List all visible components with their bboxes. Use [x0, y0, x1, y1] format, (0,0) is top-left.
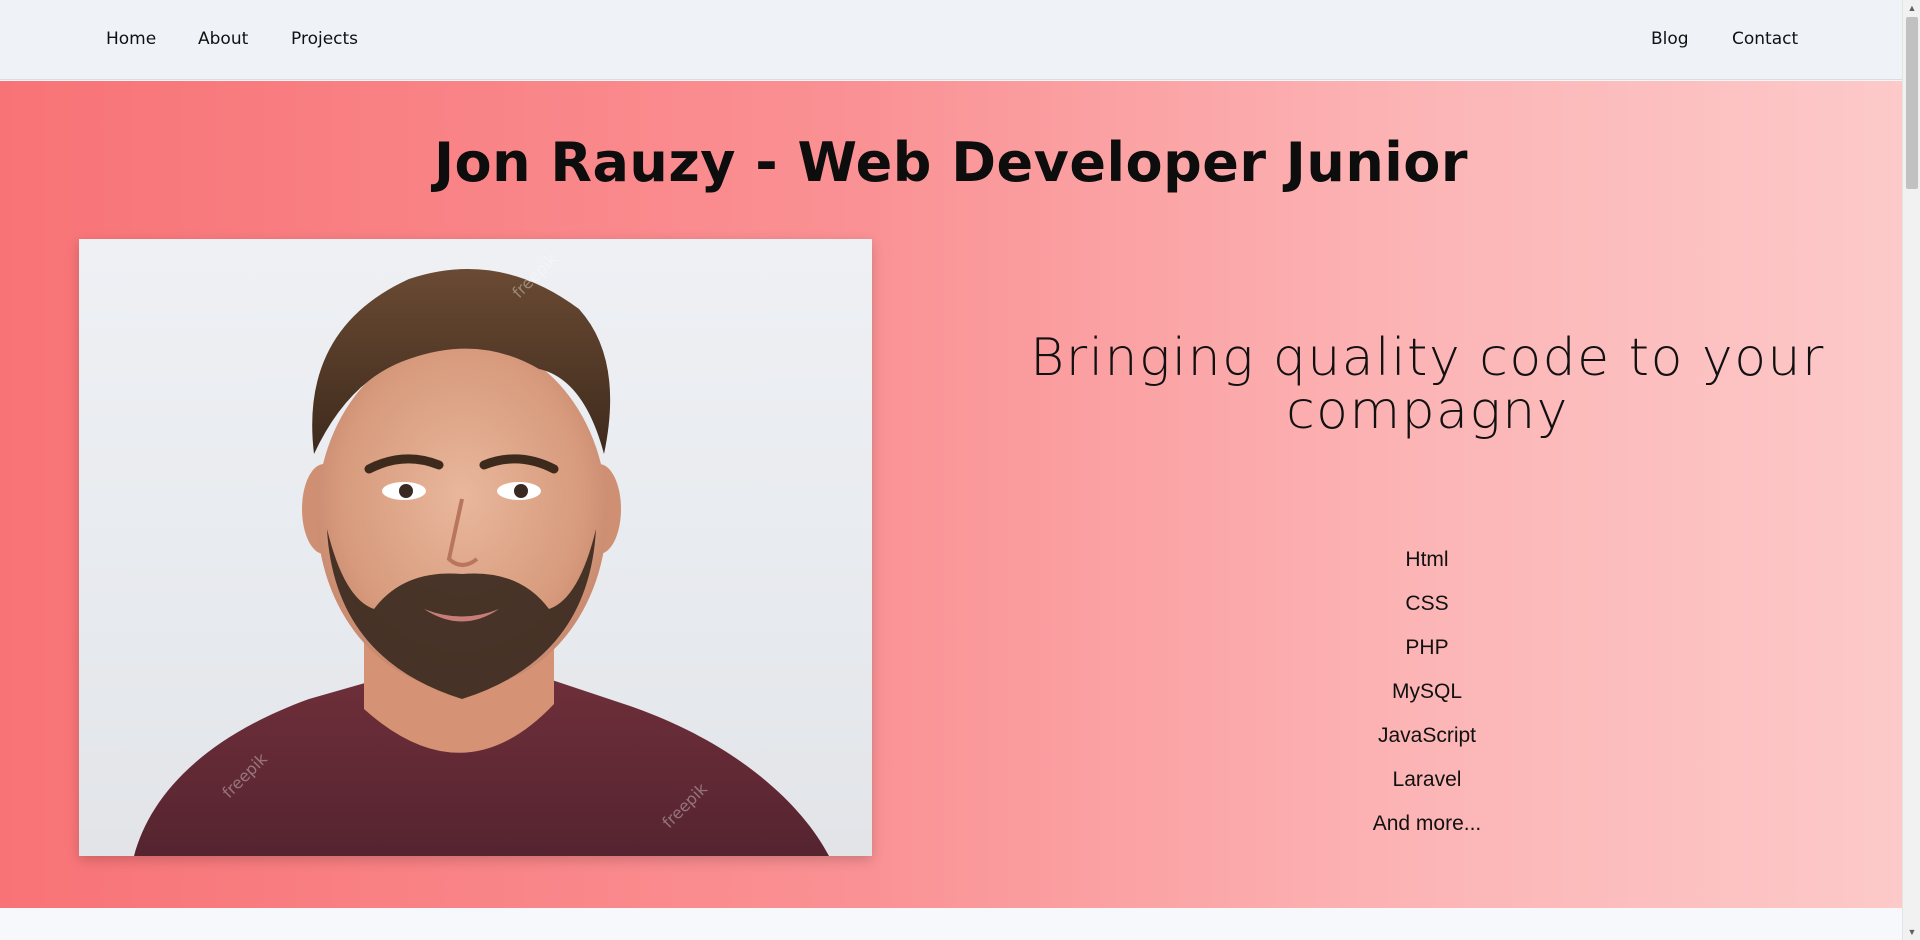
- page-title: Jon Rauzy - Web Developer Junior: [433, 131, 1469, 194]
- skill-item: And more...: [1372, 812, 1482, 835]
- scrollbar-thumb[interactable]: [1906, 17, 1918, 189]
- nav-link-home[interactable]: Home: [106, 29, 156, 49]
- profile-photo: freepik freepik freepik: [79, 239, 872, 856]
- top-navbar: Home About Projects Blog Contact: [0, 0, 1902, 80]
- skill-item: Laravel: [1392, 768, 1462, 791]
- skill-item: JavaScript: [1377, 724, 1477, 747]
- profile-photo-illustration: freepik freepik freepik: [134, 249, 829, 856]
- nav-link-contact[interactable]: Contact: [1732, 29, 1798, 49]
- page: Home About Projects Blog Contact Jon Rau…: [0, 0, 1902, 940]
- nav-link-projects[interactable]: Projects: [291, 29, 358, 49]
- skills-list: Html CSS PHP MySQL JavaScript Laravel An…: [1227, 547, 1627, 855]
- skill-item: CSS: [1405, 592, 1449, 615]
- skill-item: PHP: [1405, 636, 1449, 659]
- scroll-up-arrow-icon[interactable]: ▲: [1903, 0, 1920, 16]
- nav-link-blog[interactable]: Blog: [1651, 29, 1689, 49]
- scroll-down-arrow-icon[interactable]: ▼: [1903, 924, 1920, 940]
- skill-item: MySQL: [1391, 680, 1462, 703]
- tagline-heading: Bringing quality code to your compagny: [1030, 328, 1825, 441]
- next-section-edge: [0, 908, 1902, 940]
- hero-section: Jon Rauzy - Web Developer Junior freepik…: [0, 81, 1902, 908]
- vertical-scrollbar[interactable]: ▲ ▼: [1902, 0, 1920, 940]
- nav-link-about[interactable]: About: [198, 29, 248, 49]
- skill-item: Html: [1405, 548, 1449, 571]
